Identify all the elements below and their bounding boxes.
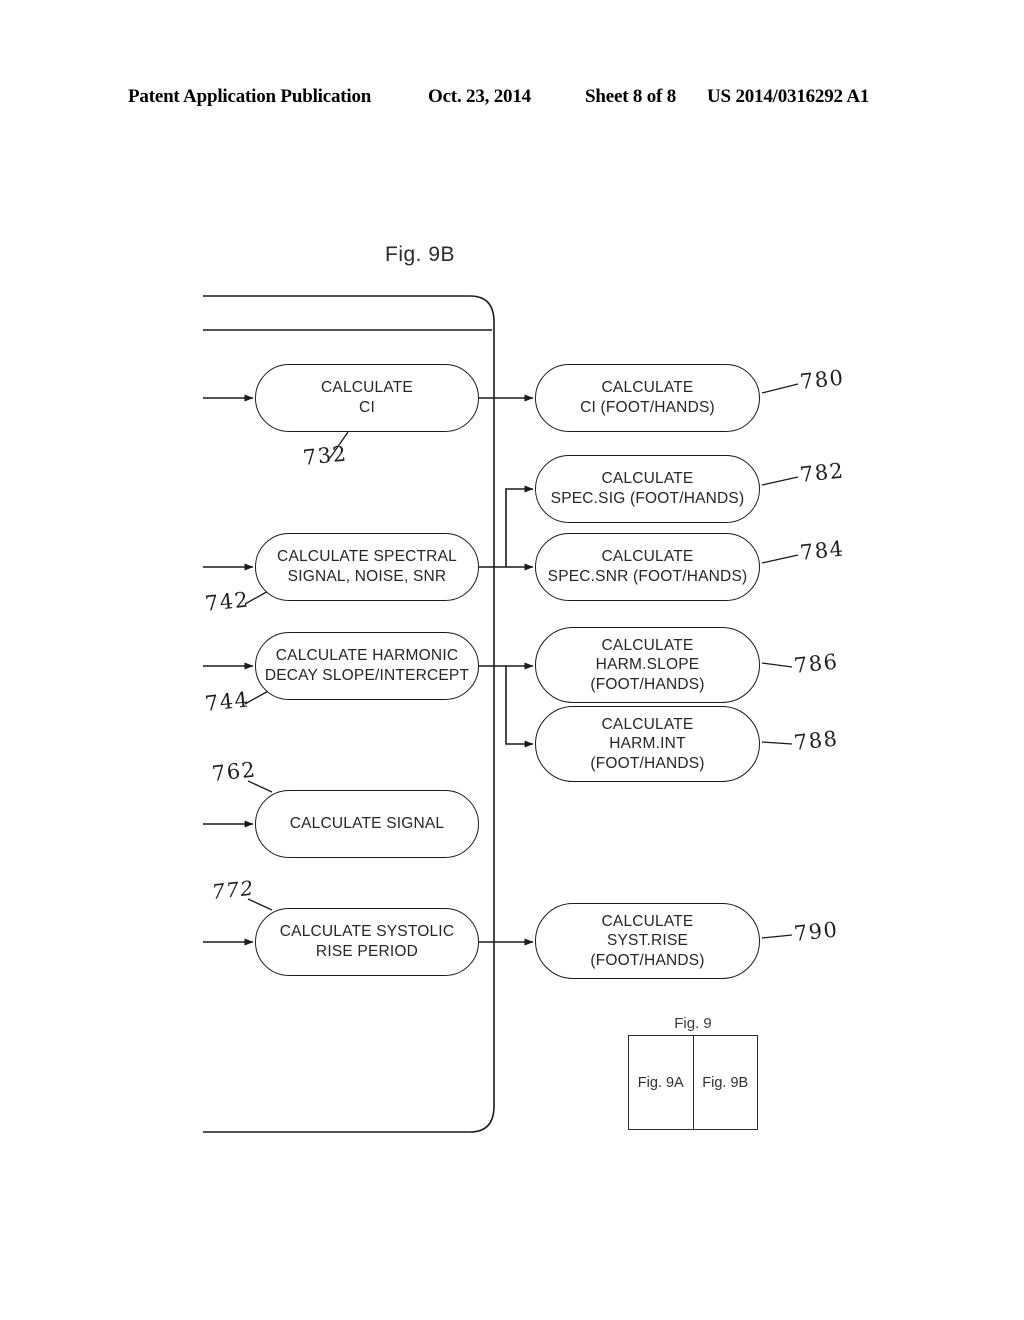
process-node-label: CALCULATE SIGNAL [289,815,445,833]
reference-numeral-784: 784 [798,536,846,565]
reference-numeral-782: 782 [798,458,846,487]
process-node-calculate-harmonic[interactable]: CALCULATE HARMONIC DECAY SLOPE/INTERCEPT [255,632,479,700]
process-node-calculate-harm-int-foot-hands[interactable]: CALCULATE HARM.INT (FOOT/HANDS) [535,706,760,782]
figure-key: Fig. 9 Fig. 9A Fig. 9B [628,1015,758,1130]
process-node-label: CALCULATE SYSTOLIC RISE PERIOD [279,923,455,960]
process-node-calculate-spectral[interactable]: CALCULATE SPECTRAL SIGNAL, NOISE, SNR [255,533,479,601]
process-node-label: CALCULATE SPEC.SIG (FOOT/HANDS) [550,470,745,507]
reference-numeral-742: 742 [203,587,251,616]
process-node-calculate-harm-slope-foot-hands[interactable]: CALCULATE HARM.SLOPE (FOOT/HANDS) [535,627,760,703]
figure-key-caption: Fig. 9 [674,1015,712,1032]
process-node-label: CALCULATE HARMONIC DECAY SLOPE/INTERCEPT [264,647,470,684]
process-node-calculate-spec-sig-foot-hands[interactable]: CALCULATE SPEC.SIG (FOOT/HANDS) [535,455,760,523]
reference-numeral-732: 732 [301,441,349,470]
diagram-connectors [203,295,799,1133]
process-node-label: CALCULATE CI [321,379,413,416]
reference-numeral-788: 788 [792,726,840,755]
figure-key-cell-9a[interactable]: Fig. 9A [629,1036,693,1129]
reference-numeral-780: 780 [798,365,846,394]
process-node-calculate-signal[interactable]: CALCULATE SIGNAL [255,790,479,858]
process-node-label: CALCULATE SYST.RISE (FOOT/HANDS) [590,912,705,969]
figure-key-grid: Fig. 9A Fig. 9B [628,1035,758,1130]
process-node-calculate-syst-rise-foot-hands[interactable]: CALCULATE SYST.RISE (FOOT/HANDS) [535,903,760,979]
process-node-label: CALCULATE CI (FOOT/HANDS) [580,379,715,416]
process-node-label: CALCULATE HARM.SLOPE (FOOT/HANDS) [590,636,705,693]
reference-numeral-762: 762 [210,757,258,786]
process-node-calculate-ci-foot-hands[interactable]: CALCULATE CI (FOOT/HANDS) [535,364,760,432]
process-node-label: CALCULATE HARM.INT (FOOT/HANDS) [590,715,705,772]
process-node-calculate-systolic[interactable]: CALCULATE SYSTOLIC RISE PERIOD [255,908,479,976]
reference-numeral-786: 786 [792,649,840,678]
process-node-calculate-spec-snr-foot-hands[interactable]: CALCULATE SPEC.SNR (FOOT/HANDS) [535,533,760,601]
reference-numeral-744: 744 [203,687,251,716]
process-node-label: CALCULATE SPEC.SNR (FOOT/HANDS) [547,548,748,585]
process-node-label: CALCULATE SPECTRAL SIGNAL, NOISE, SNR [277,548,457,585]
figure-key-cell-9b[interactable]: Fig. 9B [692,1036,758,1129]
reference-numeral-790: 790 [792,917,840,946]
process-node-calculate-ci[interactable]: CALCULATE CI [255,364,479,432]
reference-numeral-772: 772 [210,875,256,904]
